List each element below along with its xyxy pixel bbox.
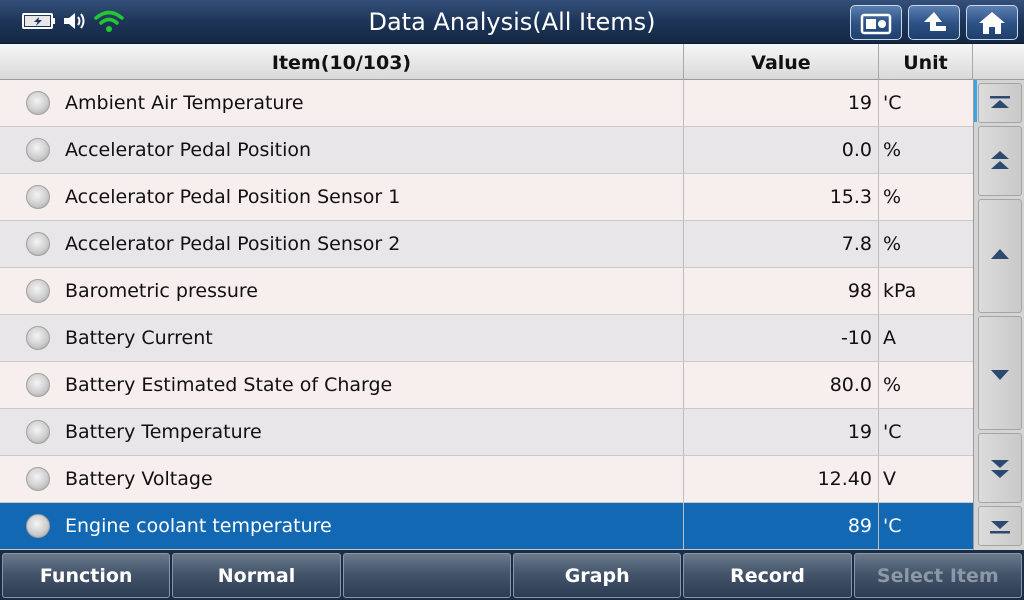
line-up-button[interactable] [978, 199, 1022, 313]
scroll-position-indicator [974, 80, 977, 122]
row-value: 0.0 [684, 127, 879, 173]
row-item-name: Battery Current [65, 327, 213, 349]
line-up-icon [991, 249, 1009, 259]
row-item-name: Barometric pressure [65, 280, 258, 302]
table-row[interactable]: Battery Voltage 12.40 V [0, 456, 973, 503]
column-header-unit: Unit [879, 44, 973, 80]
radio-button[interactable] [26, 279, 50, 303]
row-unit: % [883, 374, 902, 396]
line-down-button[interactable] [978, 316, 1022, 430]
table-row-selected[interactable]: Engine coolant temperature 89 'C [0, 503, 973, 550]
scroll-bottom-icon [990, 521, 1010, 534]
table-row[interactable]: Battery Current -10 A [0, 315, 973, 362]
row-item-name: Accelerator Pedal Position Sensor 1 [65, 186, 401, 208]
row-value: 7.8 [684, 221, 879, 267]
record-button[interactable]: Record [683, 553, 852, 598]
row-unit: 'C [883, 92, 902, 114]
column-header-spacer [973, 44, 1024, 80]
table-row[interactable]: Barometric pressure 98 kPa [0, 268, 973, 315]
row-value: 80.0 [684, 362, 879, 408]
row-unit: kPa [883, 280, 917, 302]
row-value: 12.40 [684, 456, 879, 502]
back-arrow-icon [924, 11, 946, 31]
row-unit: % [883, 233, 902, 255]
row-unit: 'C [883, 421, 902, 443]
graph-button[interactable]: Graph [512, 553, 682, 598]
row-value: 89 [684, 503, 879, 549]
radio-button[interactable] [26, 420, 50, 444]
title-bar: Data Analysis(All Items) [0, 0, 1024, 44]
page-up-icon [991, 151, 1009, 169]
home-button[interactable] [966, 5, 1018, 40]
table-row[interactable]: Accelerator Pedal Position Sensor 2 7.8 … [0, 221, 973, 268]
column-header-item[interactable]: Item(10/103) [0, 44, 684, 80]
data-table: Ambient Air Temperature 19 'C Accelerato… [0, 80, 973, 550]
row-item-name: Battery Temperature [65, 421, 262, 443]
page-down-icon [991, 460, 1009, 478]
radio-button[interactable] [26, 91, 50, 115]
row-item-name: Battery Estimated State of Charge [65, 374, 393, 396]
table-row[interactable]: Battery Temperature 19 'C [0, 409, 973, 456]
scroll-bottom-button[interactable] [978, 506, 1022, 546]
table-row[interactable]: Accelerator Pedal Position Sensor 1 15.3… [0, 174, 973, 221]
bottom-toolbar: Function Normal Graph Record Select Item [0, 550, 1024, 600]
row-item-name: Battery Voltage [65, 468, 213, 490]
screenshot-icon [860, 13, 892, 34]
radio-button[interactable] [26, 514, 50, 538]
column-header-value: Value [684, 44, 879, 80]
table-row[interactable]: Ambient Air Temperature 19 'C [0, 80, 973, 127]
page-down-button[interactable] [978, 433, 1022, 503]
scrollbar[interactable] [973, 80, 1024, 550]
row-item-name: Engine coolant temperature [65, 515, 332, 537]
page-up-button[interactable] [978, 126, 1022, 196]
radio-button[interactable] [26, 467, 50, 491]
row-value: 19 [684, 80, 879, 126]
row-unit: A [883, 327, 896, 349]
function-button[interactable]: Function [2, 553, 171, 598]
radio-button[interactable] [26, 138, 50, 162]
screenshot-button[interactable] [850, 5, 902, 40]
row-item-name: Ambient Air Temperature [65, 92, 304, 114]
table-header: Item(10/103) Value Unit [0, 44, 1024, 80]
row-unit: % [883, 139, 902, 161]
home-icon [979, 11, 1005, 34]
row-value: 98 [684, 268, 879, 314]
row-value: 19 [684, 409, 879, 455]
table-row[interactable]: Accelerator Pedal Position 0.0 % [0, 127, 973, 174]
radio-button[interactable] [26, 185, 50, 209]
line-down-icon [991, 370, 1009, 380]
row-unit: % [883, 186, 902, 208]
row-unit: V [883, 468, 896, 490]
row-unit: 'C [883, 515, 902, 537]
empty-button[interactable] [342, 553, 511, 598]
radio-button[interactable] [26, 232, 50, 256]
scroll-top-icon [990, 96, 1010, 108]
row-value: 15.3 [684, 174, 879, 220]
table-row[interactable]: Battery Estimated State of Charge 80.0 % [0, 362, 973, 409]
normal-button[interactable]: Normal [172, 553, 341, 598]
back-button[interactable] [908, 5, 960, 40]
row-value: -10 [684, 315, 879, 361]
scroll-top-button[interactable] [978, 83, 1022, 123]
row-item-name: Accelerator Pedal Position [65, 139, 312, 161]
radio-button[interactable] [26, 373, 50, 397]
select-item-button[interactable]: Select Item [853, 553, 1022, 598]
row-item-name: Accelerator Pedal Position Sensor 2 [65, 233, 401, 255]
radio-button[interactable] [26, 326, 50, 350]
